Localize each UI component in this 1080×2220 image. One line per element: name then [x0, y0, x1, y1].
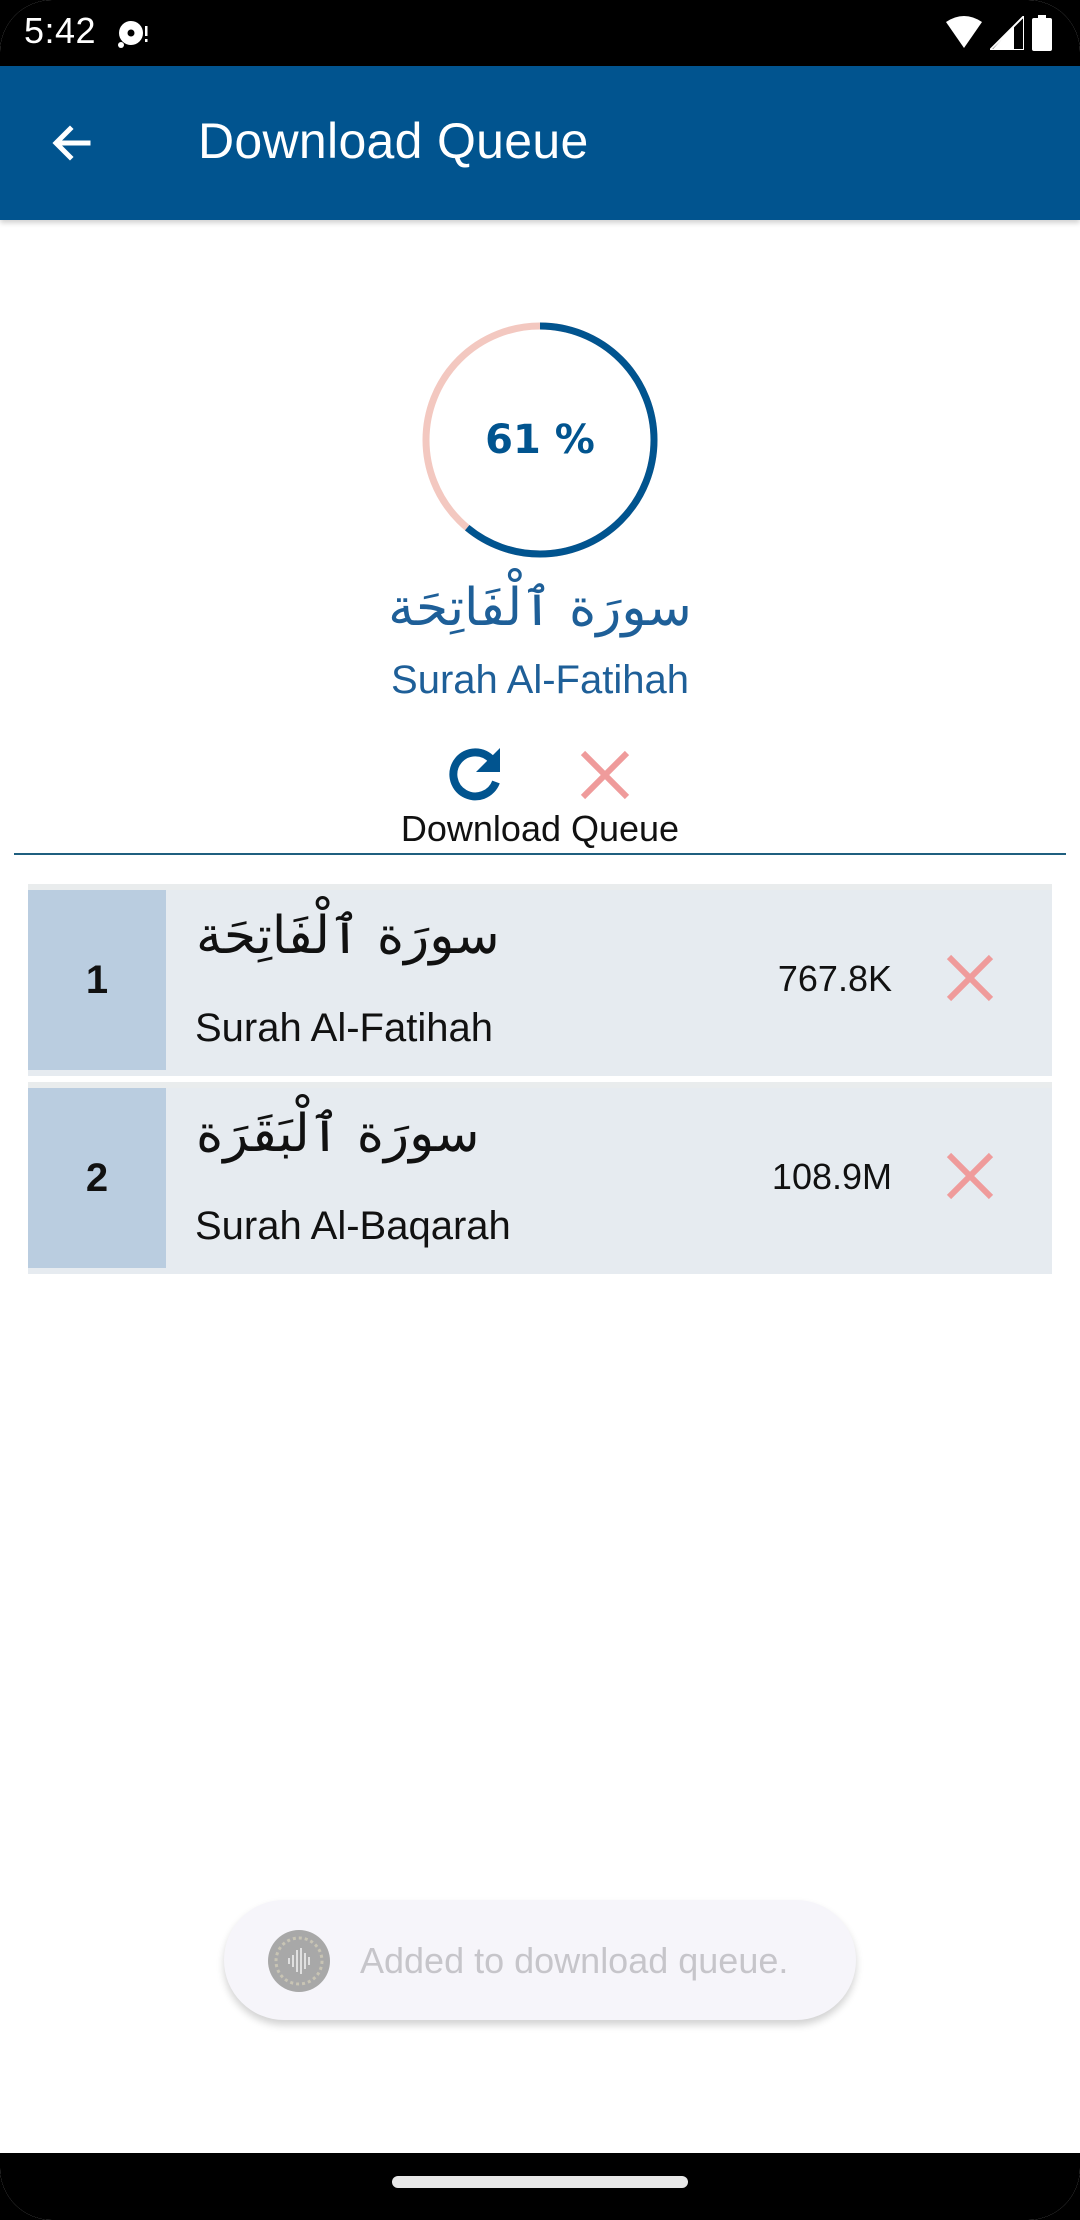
media-notification-icon	[118, 21, 148, 48]
queue-row-arabic-name: سورَة ٱلْفَاتِحَة	[196, 906, 500, 966]
toast: Added to download queue.	[224, 1900, 856, 2020]
battery-icon	[1032, 15, 1052, 51]
queue-row-arabic-name: سورَة ٱلْبَقَرَة	[196, 1104, 480, 1164]
queue-row[interactable]: 1 سورَة ٱلْفَاتِحَة Surah Al-Fatihah 767…	[28, 884, 1052, 1076]
signal-icon	[990, 16, 1024, 50]
app-logo-icon	[268, 1930, 330, 1992]
toast-message: Added to download queue.	[360, 1940, 789, 1981]
progress-percent: 61 %	[485, 417, 595, 463]
remove-from-queue-button[interactable]	[942, 950, 998, 1006]
current-surah-arabic: سورَة ٱلْفَاتِحَة	[388, 578, 692, 638]
queue-row-size: 767.8K	[777, 958, 892, 999]
screen: 5:42 Download Queue 61 % سورَة ٱلْفَاتِح…	[0, 0, 1080, 2220]
queue-row-index: 1	[28, 890, 166, 1070]
cancel-download-button[interactable]	[570, 740, 640, 810]
remove-from-queue-button[interactable]	[942, 1148, 998, 1204]
status-bar: 5:42	[0, 0, 1080, 66]
wifi-icon	[946, 16, 982, 48]
back-button[interactable]	[40, 111, 104, 175]
download-progress-ring: 61 %	[415, 315, 665, 565]
divider	[14, 853, 1066, 855]
close-icon	[946, 954, 994, 1002]
retry-button[interactable]	[440, 740, 510, 810]
queue-list: 1 سورَة ٱلْفَاتِحَة Surah Al-Fatihah 767…	[28, 884, 1052, 1280]
queue-row-index: 2	[28, 1088, 166, 1268]
navigation-bar	[0, 2153, 1080, 2220]
section-label: Download Queue	[400, 808, 680, 849]
home-gesture-handle[interactable]	[392, 2176, 688, 2188]
queue-row-english-name: Surah Al-Baqarah	[195, 1204, 511, 1248]
download-actions	[0, 740, 1080, 810]
close-icon	[946, 1152, 994, 1200]
close-icon	[580, 750, 630, 800]
app-bar: Download Queue	[0, 66, 1080, 220]
status-icons	[946, 14, 1052, 52]
status-time: 5:42	[24, 10, 97, 51]
page-title: Download Queue	[198, 113, 589, 169]
queue-row-size: 108.9M	[771, 1156, 892, 1197]
current-surah-english: Surah Al-Fatihah	[391, 658, 689, 702]
refresh-icon	[449, 748, 500, 801]
queue-row-english-name: Surah Al-Fatihah	[195, 1006, 493, 1050]
queue-row[interactable]: 2 سورَة ٱلْبَقَرَة Surah Al-Baqarah 108.…	[28, 1082, 1052, 1274]
arrow-left-icon	[52, 125, 91, 161]
